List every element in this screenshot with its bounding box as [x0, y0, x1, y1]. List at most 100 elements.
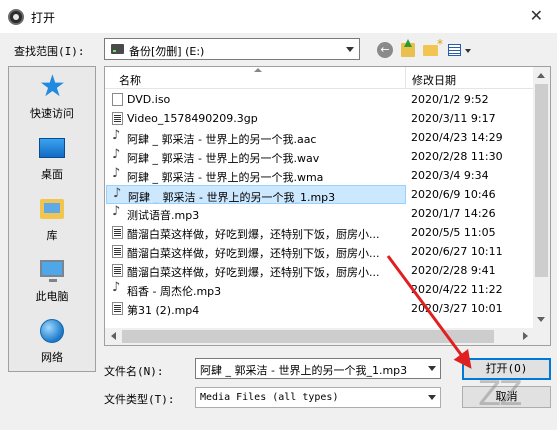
file-row[interactable]: 阿肆 _ 郭采洁 - 世界上的另一个我_1.mp3 2020/6/9 10:46 — [105, 185, 534, 204]
place-label: 快速访问 — [30, 107, 74, 120]
file-name: 阿肆 _ 郭采洁 - 世界上的另一个我.wma — [127, 171, 324, 184]
computer-icon — [40, 260, 64, 282]
file-name: 第31 (2).mp4 — [127, 304, 200, 317]
audio-file-icon — [112, 166, 123, 182]
file-date: 2020/3/4 9:34 — [411, 169, 489, 182]
back-button[interactable]: ← — [375, 40, 395, 60]
chevron-down-icon — [465, 49, 471, 53]
file-row[interactable]: 稻香 - 周杰伦.mp3 2020/4/22 11:22 — [105, 280, 534, 299]
file-row[interactable]: 第31 (2).mp4 2020/3/27 10:01 — [105, 299, 534, 318]
view-list-icon — [448, 44, 461, 56]
chevron-down-icon[interactable] — [341, 39, 359, 59]
filename-input[interactable]: 阿肆 _ 郭采洁 - 世界上的另一个我_1.mp3 — [195, 358, 441, 379]
filetype-value: Media Files (all types) — [200, 392, 339, 403]
column-name-header[interactable]: 名称 — [105, 67, 406, 89]
file-date: 2020/4/22 11:22 — [411, 283, 503, 296]
file-date: 2020/6/9 10:46 — [411, 188, 496, 201]
file-name: 阿肆 _ 郭采洁 - 世界上的另一个我.aac — [127, 133, 317, 146]
library-icon — [40, 199, 64, 219]
filetype-select[interactable]: Media Files (all types) — [195, 387, 441, 408]
file-list[interactable]: 名称 修改日期 DVD.iso 2020/1/2 9:52 Video_157849… — [104, 66, 551, 346]
file-row[interactable]: Video_1578490209.3gp 2020/3/11 9:17 — [105, 109, 534, 128]
file-date: 2020/3/11 9:17 — [411, 112, 496, 125]
file-name-cell[interactable]: 阿肆 _ 郭采洁 - 世界上的另一个我.aac — [106, 128, 406, 147]
file-name: 阿肆 _ 郭采洁 - 世界上的另一个我_1.mp3 — [128, 191, 336, 204]
file-row[interactable]: 测试语音.mp3 2020/1/7 14:26 — [105, 204, 534, 223]
file-name-cell[interactable]: DVD.iso — [106, 90, 406, 109]
file-row[interactable]: 阿肆 _ 郭采洁 - 世界上的另一个我.wav 2020/2/28 11:30 — [105, 147, 534, 166]
desktop-icon — [39, 138, 65, 158]
scroll-left-icon[interactable] — [105, 328, 122, 345]
lookin-value: 备份[勿删] (E:) — [129, 45, 205, 58]
video-file-icon — [112, 245, 123, 258]
scroll-thumb[interactable] — [535, 84, 548, 277]
scroll-down-icon[interactable] — [533, 311, 550, 328]
file-name-cell[interactable]: 阿肆 _ 郭采洁 - 世界上的另一个我_1.mp3 — [106, 185, 406, 204]
file-row[interactable]: 阿肆 _ 郭采洁 - 世界上的另一个我.aac 2020/4/23 14:29 — [105, 128, 534, 147]
drive-icon — [111, 44, 124, 54]
place-quick-access[interactable]: 快速访问 — [9, 69, 95, 124]
file-date: 2020/6/27 10:11 — [411, 245, 503, 258]
file-name: 醋溜白菜这样做，好吃到爆，还特别下饭，厨房小... — [127, 228, 380, 241]
audio-file-icon — [112, 128, 123, 144]
file-name: 稻香 - 周杰伦.mp3 — [127, 285, 222, 298]
file-name: 醋溜白菜这样做，好吃到爆，还特别下饭，厨房小... — [127, 247, 380, 260]
scroll-right-icon[interactable] — [517, 328, 534, 345]
view-menu-button[interactable] — [446, 40, 474, 60]
scroll-thumb[interactable] — [122, 330, 494, 343]
vertical-scrollbar[interactable] — [533, 67, 550, 345]
file-name-cell[interactable]: 醋溜白菜这样做，好吃到爆，还特别下饭，厨房小... — [106, 261, 406, 280]
place-desktop[interactable]: 桌面 — [9, 130, 95, 185]
file-name-cell[interactable]: 阿肆 _ 郭采洁 - 世界上的另一个我.wma — [106, 166, 406, 185]
watermark-logo: ZZ — [478, 374, 523, 414]
filename-label: 文件名(N): — [104, 365, 164, 378]
file-name-cell[interactable]: 醋溜白菜这样做，好吃到爆，还特别下饭，厨房小... — [106, 242, 406, 261]
file-name-cell[interactable]: 醋溜白菜这样做，好吃到爆，还特别下饭，厨房小... — [106, 223, 406, 242]
file-name: Video_1578490209.3gp — [127, 112, 258, 125]
video-file-icon — [112, 112, 123, 125]
audio-file-icon — [112, 204, 123, 220]
file-row[interactable]: DVD.iso 2020/1/2 9:52 — [105, 90, 534, 109]
file-row[interactable]: 醋溜白菜这样做，好吃到爆，还特别下饭，厨房小... 2020/6/27 10:11 — [105, 242, 534, 261]
audio-file-icon — [112, 147, 123, 163]
file-date: 2020/3/27 10:01 — [411, 302, 503, 315]
file-date: 2020/4/23 14:29 — [411, 131, 503, 144]
network-icon — [40, 319, 64, 343]
up-folder-icon — [401, 39, 415, 57]
file-row[interactable]: 醋溜白菜这样做，好吃到爆，还特别下饭，厨房小... 2020/2/28 9:41 — [105, 261, 534, 280]
new-folder-button[interactable] — [421, 37, 443, 60]
place-library[interactable]: 库 — [9, 191, 95, 246]
place-label: 桌面 — [41, 168, 63, 181]
file-name-cell[interactable]: Video_1578490209.3gp — [106, 109, 406, 128]
close-icon[interactable]: ✕ — [530, 6, 543, 25]
file-icon — [112, 93, 123, 106]
file-date: 2020/2/28 9:41 — [411, 264, 496, 277]
file-name-cell[interactable]: 测试语音.mp3 — [106, 204, 406, 223]
chevron-down-icon[interactable] — [424, 388, 440, 407]
back-arrow-icon: ← — [377, 42, 393, 58]
place-network[interactable]: 网络 — [9, 313, 95, 368]
file-date: 2020/5/5 11:05 — [411, 226, 496, 239]
up-folder-button[interactable] — [398, 39, 418, 60]
file-date: 2020/1/2 9:52 — [411, 93, 489, 106]
file-name-cell[interactable]: 阿肆 _ 郭采洁 - 世界上的另一个我.wav — [106, 147, 406, 166]
chevron-down-icon[interactable] — [424, 359, 440, 378]
file-name-cell[interactable]: 稻香 - 周杰伦.mp3 — [106, 280, 406, 299]
place-label: 网络 — [41, 351, 63, 364]
file-name-cell[interactable]: 第31 (2).mp4 — [106, 299, 406, 318]
file-name: 阿肆 _ 郭采洁 - 世界上的另一个我.wav — [127, 152, 320, 165]
app-icon — [8, 9, 24, 25]
file-row[interactable]: 醋溜白菜这样做，好吃到爆，还特别下饭，厨房小... 2020/5/5 11:05 — [105, 223, 534, 242]
file-date: 2020/2/28 11:30 — [411, 150, 503, 163]
file-row[interactable]: 阿肆 _ 郭采洁 - 世界上的另一个我.wma 2020/3/4 9:34 — [105, 166, 534, 185]
scroll-up-icon[interactable] — [533, 67, 550, 84]
place-this-pc[interactable]: 此电脑 — [9, 252, 95, 307]
video-file-icon — [112, 226, 123, 239]
lookin-dropdown[interactable]: 备份[勿删] (E:) — [104, 38, 360, 60]
file-name: 醋溜白菜这样做，好吃到爆，还特别下饭，厨房小... — [127, 266, 380, 279]
lookin-label: 查找范围(I): — [14, 45, 85, 58]
column-date-header[interactable]: 修改日期 — [406, 67, 534, 89]
title-bar: 打开 ✕ — [0, 0, 557, 33]
column-header: 名称 修改日期 — [105, 67, 534, 89]
horizontal-scrollbar[interactable] — [105, 328, 534, 345]
